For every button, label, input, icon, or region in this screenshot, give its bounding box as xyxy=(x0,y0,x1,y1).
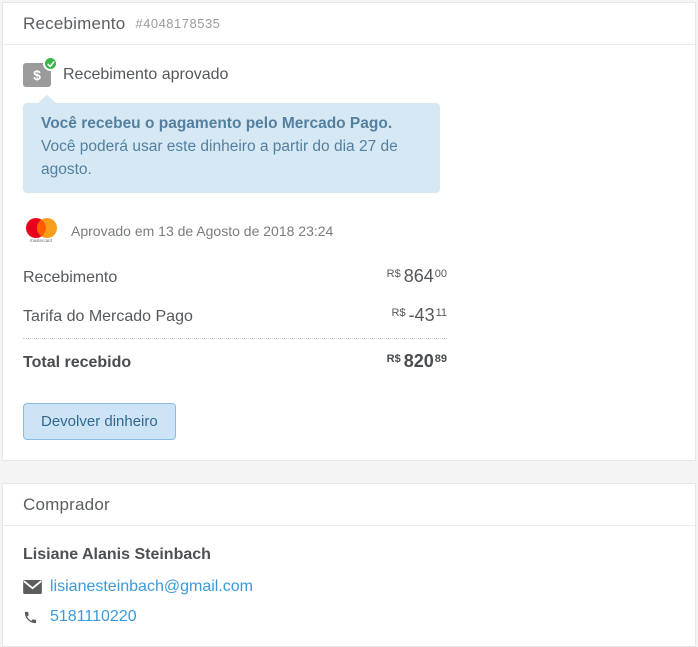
status-label: Recebimento aprovado xyxy=(63,66,229,83)
total-row: Total recebido R$ 82089 xyxy=(23,339,447,381)
total-amount: R$ 82089 xyxy=(387,351,447,372)
amount-breakdown: Recebimento R$ 86400 Tarifa do Mercado Pa… xyxy=(23,257,447,381)
money-icon: $ xyxy=(23,56,58,87)
refund-button[interactable]: Devolver dinheiro xyxy=(23,403,176,440)
dollar-glyph: $ xyxy=(33,67,41,83)
receipt-id: #4048178535 xyxy=(135,16,221,31)
buyer-title: Comprador xyxy=(23,494,110,514)
amount-integer: -43 xyxy=(408,305,435,325)
mastercard-icon: mastercard xyxy=(23,217,59,245)
buyer-card: Comprador Lisiane Alanis Steinbach lisia… xyxy=(2,483,696,647)
currency-symbol: R$ xyxy=(386,268,401,280)
receipt-title: Recebimento xyxy=(23,13,126,33)
buyer-card-header: Comprador xyxy=(3,484,695,526)
receipt-card-body: $ Recebimento aprovado Você recebeu o pa… xyxy=(3,45,695,460)
buyer-name: Lisiane Alanis Steinbach xyxy=(23,546,211,563)
currency-symbol: R$ xyxy=(391,307,406,319)
buyer-phone-link[interactable]: 5181110220 xyxy=(50,608,137,626)
approved-date-text: Aprovado em 13 de Agosto de 2018 23:24 xyxy=(71,223,334,239)
line-item-amount: R$ -4311 xyxy=(392,305,448,326)
line-item-recebimento: Recebimento R$ 86400 xyxy=(23,257,447,296)
buyer-phone-row: 5181110220 xyxy=(23,602,675,632)
amount-cents: 89 xyxy=(434,353,447,365)
buyer-card-body: Lisiane Alanis Steinbach lisianesteinbac… xyxy=(3,526,695,646)
line-item-label: Tarifa do Mercado Pago xyxy=(23,308,193,325)
amount-cents: 11 xyxy=(435,307,447,319)
total-label: Total recebido xyxy=(23,354,132,371)
check-icon xyxy=(43,56,58,71)
amount-cents: 00 xyxy=(434,268,447,280)
phone-icon xyxy=(23,610,43,625)
buyer-email-row: lisianesteinbach@gmail.com xyxy=(23,572,675,602)
amount-integer: 864 xyxy=(403,266,434,286)
receipt-card-header: Recebimento #4048178535 xyxy=(3,3,695,45)
line-item-label: Recebimento xyxy=(23,269,118,286)
line-item-tarifa: Tarifa do Mercado Pago R$ -4311 xyxy=(23,296,447,339)
line-item-amount: R$ 86400 xyxy=(387,266,447,287)
amount-integer: 820 xyxy=(403,351,434,371)
receipt-card: Recebimento #4048178535 $ Recebimento ap… xyxy=(2,2,696,461)
envelope-icon xyxy=(23,580,43,594)
tooltip-line2: Você poderá usar este dinheiro a partir … xyxy=(41,138,398,178)
status-row: $ Recebimento aprovado xyxy=(23,56,675,87)
currency-symbol: R$ xyxy=(386,353,401,365)
buyer-email-link[interactable]: lisianesteinbach@gmail.com xyxy=(50,578,253,596)
tooltip-line1: Você recebeu o pagamento pelo Mercado Pa… xyxy=(41,115,393,132)
payment-method-row: mastercard Aprovado em 13 de Agosto de 2… xyxy=(23,217,675,245)
mastercard-wordmark: mastercard xyxy=(29,238,53,243)
status-tooltip: Você recebeu o pagamento pelo Mercado Pa… xyxy=(23,95,440,193)
